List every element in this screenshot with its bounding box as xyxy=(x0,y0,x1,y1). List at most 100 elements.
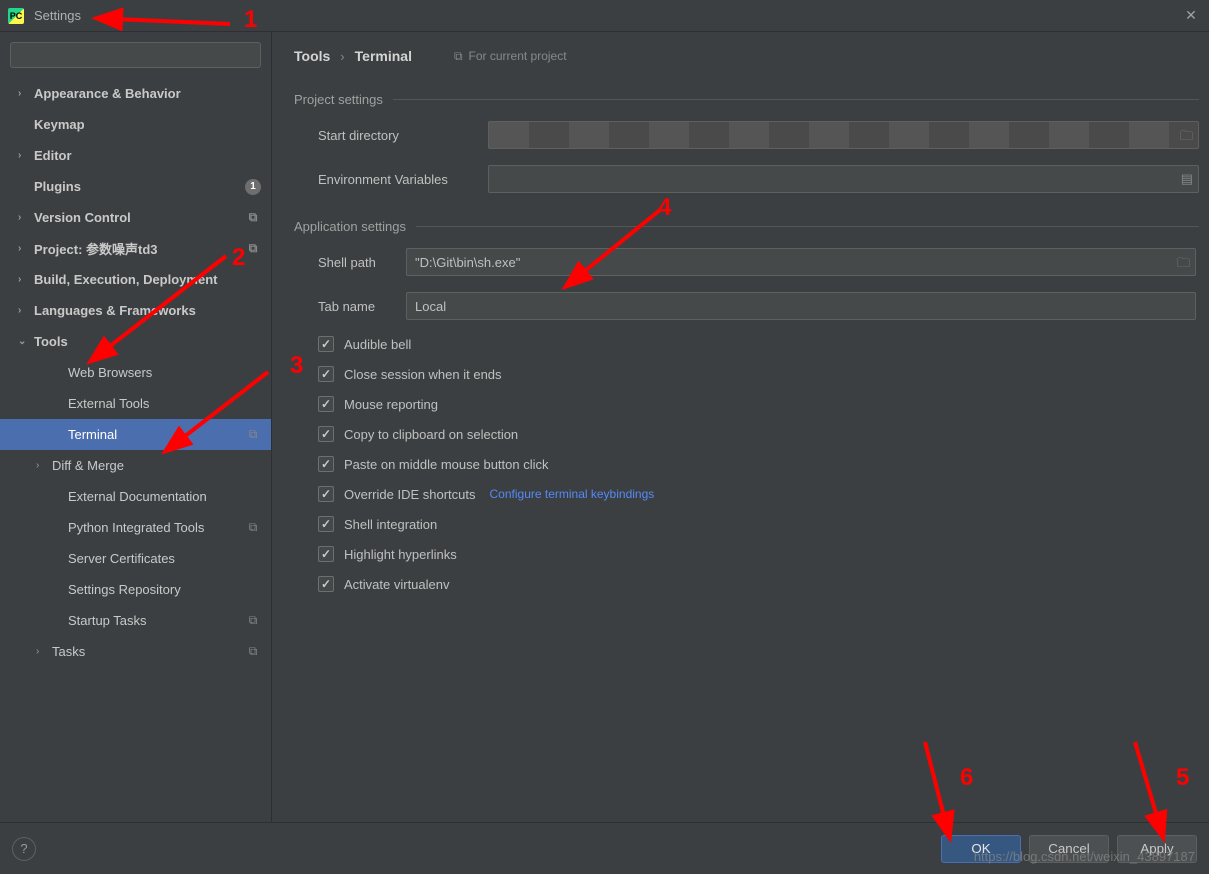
checkbox[interactable] xyxy=(318,486,334,502)
tree-item-appearance-behavior[interactable]: › Appearance & Behavior xyxy=(0,78,271,109)
breadcrumb-root[interactable]: Tools xyxy=(294,48,330,64)
checkbox[interactable] xyxy=(318,336,334,352)
tree-item-tasks[interactable]: ›Tasks⧉ xyxy=(0,636,271,667)
tree-item-label: Startup Tasks xyxy=(68,613,239,628)
checkbox[interactable] xyxy=(318,576,334,592)
checkbox-row: Mouse reporting xyxy=(318,396,1199,412)
divider xyxy=(416,226,1199,227)
checkbox-row: Close session when it ends xyxy=(318,366,1199,382)
tree-item-languages-frameworks[interactable]: › Languages & Frameworks xyxy=(0,295,271,326)
section-title: Application settings xyxy=(294,219,406,234)
tree-item-diff-merge[interactable]: › Diff & Merge xyxy=(0,450,271,481)
checkbox[interactable] xyxy=(318,456,334,472)
tree-item-editor[interactable]: ›Editor xyxy=(0,140,271,171)
checkbox-label: Highlight hyperlinks xyxy=(344,547,457,562)
chevron-icon: › xyxy=(18,305,30,316)
tree-item-python-integrated-tools[interactable]: Python Integrated Tools⧉ xyxy=(0,512,271,543)
chevron-icon: › xyxy=(18,212,30,223)
tree-item-label: Plugins xyxy=(34,179,245,194)
checkbox-label: Activate virtualenv xyxy=(344,577,450,592)
checkbox-row: Audible bell xyxy=(318,336,1199,352)
section-title: Project settings xyxy=(294,92,383,107)
apply-button[interactable]: Apply xyxy=(1117,835,1197,863)
tree-item-terminal[interactable]: Terminal ⧉ xyxy=(0,419,271,450)
start-directory-input[interactable] xyxy=(488,121,1199,149)
settings-search-input[interactable] xyxy=(10,42,261,68)
start-directory-row: Start directory 🗀 xyxy=(318,121,1199,149)
chevron-icon: › xyxy=(18,88,30,99)
project-scope-icon: ⧉ xyxy=(245,241,261,256)
checkbox-row: Shell integration xyxy=(318,516,1199,532)
chevron-icon: › xyxy=(36,646,48,657)
tree-item-build-execution-deployment[interactable]: › Build, Execution, Deployment xyxy=(0,264,271,295)
env-vars-input[interactable] xyxy=(488,165,1199,193)
shell-path-label: Shell path xyxy=(318,255,406,270)
tree-item-external-documentation[interactable]: External Documentation xyxy=(0,481,271,512)
close-icon[interactable]: ✕ xyxy=(1181,6,1201,26)
settings-tree: ›Appearance & BehaviorKeymap›EditorPlugi… xyxy=(0,74,271,822)
project-scope-icon: ⧉ xyxy=(245,613,261,628)
tab-name-label: Tab name xyxy=(318,299,406,314)
breadcrumb-leaf: Terminal xyxy=(355,48,412,64)
sidebar: 🔍 ›Appearance & BehaviorKeymap›EditorPlu… xyxy=(0,32,272,822)
tree-item-external-tools[interactable]: External Tools xyxy=(0,388,271,419)
tree-item-label: Diff & Merge xyxy=(52,458,261,473)
tree-item-label: Languages & Frameworks xyxy=(34,303,261,318)
tree-item-keymap[interactable]: Keymap xyxy=(0,109,271,140)
tree-item-label: External Documentation xyxy=(68,489,261,504)
checkbox[interactable] xyxy=(318,396,334,412)
tree-item-label: Tasks xyxy=(52,644,239,659)
checkbox[interactable] xyxy=(318,546,334,562)
tree-item-label: Tools xyxy=(34,334,261,349)
tree-item-version-control[interactable]: › Version Control ⧉ xyxy=(0,202,271,233)
tree-item-label: Web Browsers xyxy=(68,365,261,380)
checkbox-row: Override IDE shortcuts Configure terminal… xyxy=(318,486,1199,502)
tree-item-web-browsers[interactable]: Web Browsers xyxy=(0,357,271,388)
main-area: 🔍 ›Appearance & BehaviorKeymap›EditorPlu… xyxy=(0,32,1209,822)
shell-path-input[interactable] xyxy=(406,248,1196,276)
help-button[interactable]: ? xyxy=(12,837,36,861)
tree-item-label: Server Certificates xyxy=(68,551,261,566)
copy-icon: ⧉ xyxy=(454,49,463,64)
checkbox-list: Audible bell Close session when it ends Mo… xyxy=(294,336,1199,592)
tree-item-label: Terminal xyxy=(68,427,239,442)
scope-note-text: For current project xyxy=(469,49,567,63)
tree-item-settings-repository[interactable]: Settings Repository xyxy=(0,574,271,605)
checkbox-label: Close session when it ends xyxy=(344,367,502,382)
tree-item-label: Keymap xyxy=(34,117,261,132)
checkbox-label: Override IDE shortcuts xyxy=(344,487,476,502)
tree-item-label: Appearance & Behavior xyxy=(34,86,261,101)
project-scope-icon: ⧉ xyxy=(245,427,261,442)
tree-item-label: Version Control xyxy=(34,210,239,225)
tab-name-input[interactable] xyxy=(406,292,1196,320)
chevron-right-icon: › xyxy=(340,49,344,64)
checkbox-row: Highlight hyperlinks xyxy=(318,546,1199,562)
tree-item-tools[interactable]: ⌄Tools xyxy=(0,326,271,357)
tree-item-plugins[interactable]: Plugins1 xyxy=(0,171,271,202)
checkbox[interactable] xyxy=(318,426,334,442)
tree-item-label: External Tools xyxy=(68,396,261,411)
cancel-button[interactable]: Cancel xyxy=(1029,835,1109,863)
tree-item-label: Settings Repository xyxy=(68,582,261,597)
scope-note: ⧉ For current project xyxy=(454,49,567,64)
ok-button[interactable]: OK xyxy=(941,835,1021,863)
pycharm-icon: PC xyxy=(8,8,24,24)
breadcrumb: Tools › Terminal ⧉ For current project xyxy=(294,48,1199,64)
checkbox[interactable] xyxy=(318,516,334,532)
configure-keybindings-link[interactable]: Configure terminal keybindings xyxy=(490,487,655,501)
tree-item-project-td3[interactable]: ›Project: 参数噪声td3⧉ xyxy=(0,233,271,264)
application-settings-section: Application settings Shell path 🗀 Tab na… xyxy=(294,219,1199,592)
chevron-icon: › xyxy=(18,243,30,254)
chevron-icon: › xyxy=(36,460,48,471)
tree-item-server-certificates[interactable]: Server Certificates xyxy=(0,543,271,574)
titlebar: PC Settings ✕ xyxy=(0,0,1209,32)
checkbox[interactable] xyxy=(318,366,334,382)
start-directory-label: Start directory xyxy=(318,128,488,143)
tree-item-label: Build, Execution, Deployment xyxy=(34,272,261,287)
tree-item-label: Python Integrated Tools xyxy=(68,520,239,535)
project-scope-icon: ⧉ xyxy=(245,210,261,225)
chevron-icon: › xyxy=(18,274,30,285)
chevron-icon: › xyxy=(18,150,30,161)
tree-item-startup-tasks[interactable]: Startup Tasks ⧉ xyxy=(0,605,271,636)
env-vars-label: Environment Variables xyxy=(318,172,488,187)
